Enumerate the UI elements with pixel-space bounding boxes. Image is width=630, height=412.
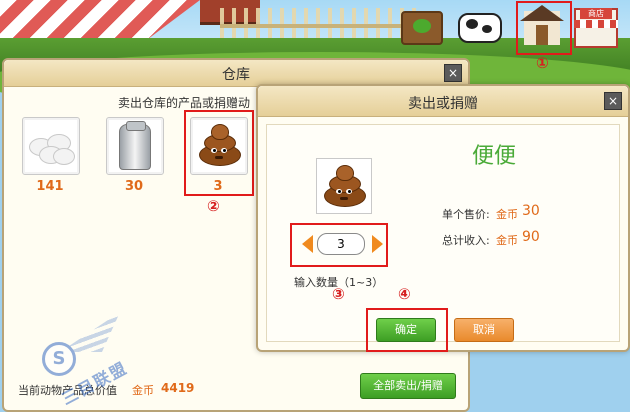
total-value-amount: 4419: [161, 381, 195, 395]
watermark-letter: S: [42, 342, 76, 376]
total-income-value: 90: [522, 229, 540, 245]
egg-icon: [53, 148, 75, 165]
unit-price-value: 30: [522, 203, 540, 219]
annotation-marker-4: ④: [398, 285, 411, 303]
sell-all-button[interactable]: 全部卖出/捐赠: [360, 373, 456, 399]
total-income-gold-label: 金币: [496, 234, 518, 247]
total-income-label: 总计收入:: [442, 234, 490, 247]
sell-dialog-titlebar: 卖出或捐赠: [258, 86, 628, 117]
selected-item-slot: [316, 158, 372, 214]
unit-price-gold-label: 金币: [496, 208, 518, 221]
annotation-marker-2: ②: [207, 197, 220, 215]
shop-awning: [574, 20, 618, 28]
item-slot-egg[interactable]: [22, 117, 80, 175]
annotation-box-4: [366, 308, 448, 352]
poop-icon: [320, 163, 368, 209]
item-count-milk: 30: [124, 179, 144, 194]
background-fence-rail: [220, 24, 420, 28]
item-slot-milk[interactable]: [106, 117, 164, 175]
shop-icon: 商店: [574, 8, 618, 48]
item-count-egg: 141: [36, 179, 64, 194]
annotation-box-3: [290, 223, 388, 267]
annotation-marker-3: ③: [332, 285, 345, 303]
milk-can-icon: [119, 121, 151, 170]
warehouse-subtitle: 卖出仓库的产品或捐赠动: [118, 96, 251, 110]
shop-sign: 商店: [580, 8, 612, 19]
annotation-box-1: [516, 1, 572, 55]
shop-button[interactable]: 商店: [574, 6, 618, 50]
annotation-marker-1: ①: [536, 54, 549, 72]
unit-price-label: 单个售价:: [442, 208, 490, 221]
warehouse-title: 仓库: [222, 67, 250, 83]
sell-dialog-close-button[interactable]: ×: [604, 92, 622, 110]
crop-crate-button[interactable]: [400, 6, 444, 50]
warehouse-close-button[interactable]: ×: [444, 64, 462, 82]
selected-item-name: 便便: [472, 144, 517, 169]
cow-icon: [458, 13, 502, 43]
warehouse-titlebar: 仓库: [4, 60, 468, 87]
ranch-button[interactable]: [458, 6, 502, 50]
annotation-box-2: [184, 110, 254, 196]
crate-icon: [401, 11, 443, 45]
sell-dialog-title: 卖出或捐赠: [408, 96, 478, 112]
cancel-button[interactable]: 取消: [454, 318, 514, 342]
watermark-logo: S 三目联盟: [30, 312, 140, 409]
